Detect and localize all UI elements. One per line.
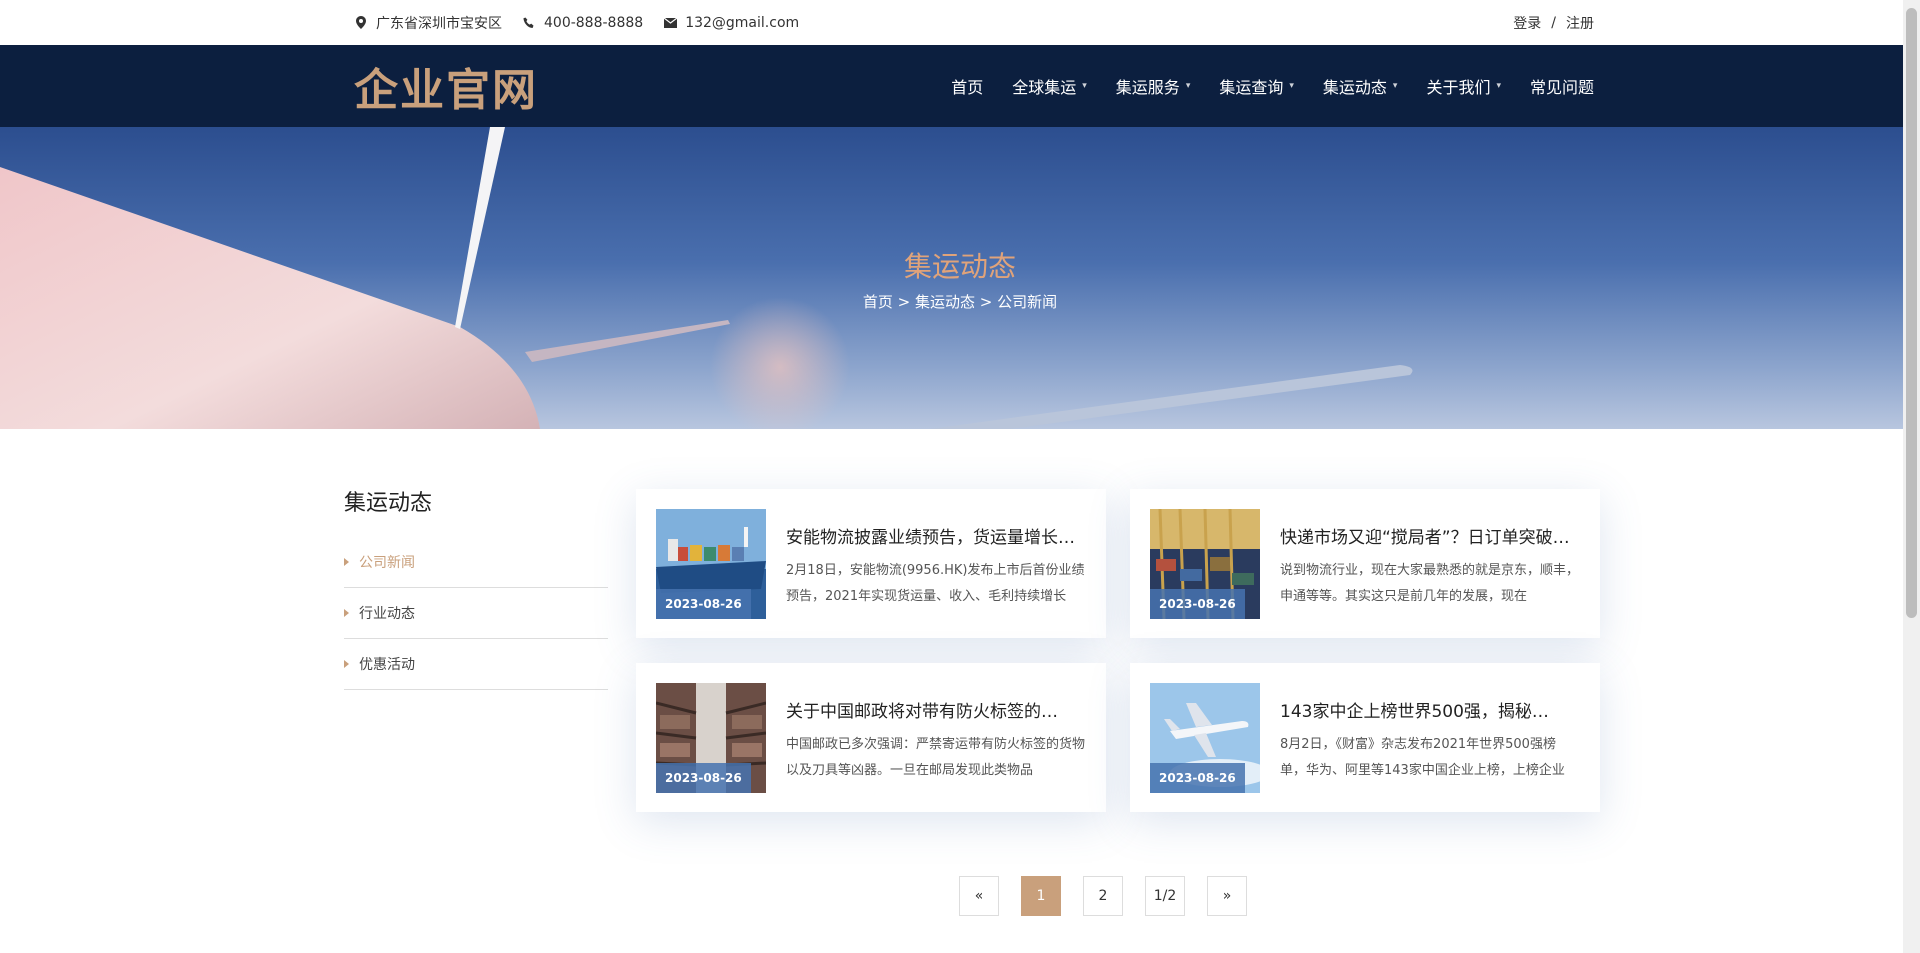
news-description: 8月2日，《财富》杂志发布2021年世界500强榜单，华为、阿里等143家中国企… xyxy=(1280,737,1565,778)
sidebar-item-company-news[interactable]: 公司新闻 xyxy=(344,537,608,588)
nav-item-label: 集运查询 xyxy=(1219,78,1284,97)
news-title[interactable]: 143家中企上榜世界500强，揭秘… xyxy=(1280,697,1580,722)
breadcrumb-section[interactable]: 集运动态 xyxy=(915,293,975,311)
news-area: 2023-08-26 安能物流披露业绩预告，货运量增长… 2月18日，安能物流(… xyxy=(636,489,1600,916)
main-menu: 首页 全球集运 ▾ 集运服务 ▾ 集运查询 ▾ 集运动态 ▾ 关于我们 ▾ 常见… xyxy=(922,74,1600,98)
sidebar-item-label: 公司新闻 xyxy=(359,555,415,571)
sidebar-item-label: 优惠活动 xyxy=(359,657,415,673)
news-card[interactable]: 2023-08-26 143家中企上榜世界500强，揭秘… 8月2日，《财富》杂… xyxy=(1130,663,1600,812)
email-contact: 132@gmail.com xyxy=(663,15,799,31)
breadcrumb: 首页 > 集运动态 > 公司新闻 xyxy=(0,291,1920,312)
news-date-badge: 2023-08-26 xyxy=(1150,589,1245,619)
page-info: 1/2 xyxy=(1145,876,1185,916)
chevron-down-icon: ▾ xyxy=(1185,81,1191,91)
banner-title: 集运动态 xyxy=(903,250,1016,283)
nav-item-global-shipping[interactable]: 全球集运 ▾ xyxy=(1012,74,1087,98)
nav-item-label: 集运服务 xyxy=(1115,78,1180,97)
login-link[interactable]: 登录 xyxy=(1513,13,1541,33)
triangle-right-icon xyxy=(344,660,349,668)
nav-item-label: 全球集运 xyxy=(1012,78,1077,97)
sidebar: 集运动态 公司新闻 行业动态 优惠活动 xyxy=(344,489,608,916)
triangle-right-icon xyxy=(344,609,349,617)
page-button-1[interactable]: 1 xyxy=(1021,876,1061,916)
news-card[interactable]: 2023-08-26 快递市场又迎“搅局者”？日订单突破… 说到物流行业，现在大… xyxy=(1130,489,1600,638)
main-navbar: 企业官网 首页 全球集运 ▾ 集运服务 ▾ 集运查询 ▾ 集运动态 ▾ 关于我们… xyxy=(0,45,1920,127)
chevron-down-icon: ▾ xyxy=(1496,81,1501,91)
contact-info: 广东省深圳市宝安区 400-888-8888 132@gmail.com xyxy=(320,13,819,33)
news-title[interactable]: 关于中国邮政将对带有防火标签的… xyxy=(786,697,1086,722)
nav-item-shipping-service[interactable]: 集运服务 ▾ xyxy=(1116,74,1191,98)
news-card[interactable]: 2023-08-26 关于中国邮政将对带有防火标签的… 中国邮政已多次强调：严禁… xyxy=(636,663,1106,812)
breadcrumb-separator: > xyxy=(897,293,911,311)
news-grid: 2023-08-26 安能物流披露业绩预告，货运量增长… 2月18日，安能物流(… xyxy=(636,489,1600,812)
news-description: 说到物流行业，现在大家最熟悉的就是京东，顺丰，申通等等。其实这只是前几年的发展，… xyxy=(1280,563,1580,604)
page-banner: 集运动态 首页 > 集运动态 > 公司新闻 xyxy=(0,127,1920,429)
news-date-badge: 2023-08-26 xyxy=(1150,763,1245,793)
phone-text: 400-888-8888 xyxy=(544,14,644,31)
news-card-body: 关于中国邮政将对带有防火标签的… 中国邮政已多次强调：严禁寄运带有防火标签的货物… xyxy=(786,683,1086,784)
top-bar: 广东省深圳市宝安区 400-888-8888 132@gmail.com 登录 … xyxy=(0,0,1920,45)
nav-item-label: 首页 xyxy=(951,78,984,97)
nav-item-home[interactable]: 首页 xyxy=(951,74,983,98)
auth-links: 登录 / 注册 xyxy=(1513,13,1600,33)
next-page-button[interactable]: » xyxy=(1207,876,1247,916)
news-description: 2月18日，安能物流(9956.HK)发布上市后首份业绩预告，2021年实现货运… xyxy=(786,563,1085,604)
news-thumbnail: 2023-08-26 xyxy=(1150,683,1260,793)
content-area: 集运动态 公司新闻 行业动态 优惠活动 2023-08-26 安能物流披露业绩预… xyxy=(0,429,1920,916)
sidebar-title: 集运动态 xyxy=(344,491,433,516)
nav-item-label: 常见问题 xyxy=(1529,78,1594,97)
news-card-body: 安能物流披露业绩预告，货运量增长… 2月18日，安能物流(9956.HK)发布上… xyxy=(786,509,1086,610)
envelope-icon xyxy=(663,16,677,30)
chevron-down-icon: ▾ xyxy=(1289,81,1294,91)
map-pin-icon xyxy=(354,16,368,30)
address-contact: 广东省深圳市宝安区 xyxy=(354,13,502,33)
news-card-body: 143家中企上榜世界500强，揭秘… 8月2日，《财富》杂志发布2021年世界5… xyxy=(1280,683,1580,784)
email-text: 132@gmail.com xyxy=(685,14,800,31)
page-scrollbar[interactable] xyxy=(1903,0,1920,953)
prev-page-button[interactable]: « xyxy=(959,876,999,916)
address-text: 广东省深圳市宝安区 xyxy=(376,15,502,32)
register-link[interactable]: 注册 xyxy=(1566,13,1594,33)
nav-item-about-us[interactable]: 关于我们 ▾ xyxy=(1426,74,1501,98)
nav-item-faq[interactable]: 常见问题 xyxy=(1530,74,1594,98)
news-card-body: 快递市场又迎“搅局者”？日订单突破… 说到物流行业，现在大家最熟悉的就是京东，顺… xyxy=(1280,509,1580,610)
breadcrumb-home[interactable]: 首页 xyxy=(863,293,893,311)
news-card[interactable]: 2023-08-26 安能物流披露业绩预告，货运量增长… 2月18日，安能物流(… xyxy=(636,489,1106,638)
sidebar-item-promotions[interactable]: 优惠活动 xyxy=(344,639,608,690)
news-thumbnail: 2023-08-26 xyxy=(656,683,766,793)
news-title[interactable]: 快递市场又迎“搅局者”？日订单突破… xyxy=(1280,523,1580,548)
sidebar-item-label: 行业动态 xyxy=(359,606,415,622)
site-logo[interactable]: 企业官网 xyxy=(320,54,538,118)
nav-item-label: 集运动态 xyxy=(1322,78,1387,97)
news-date-badge: 2023-08-26 xyxy=(656,763,751,793)
sidebar-item-industry-news[interactable]: 行业动态 xyxy=(344,588,608,639)
chevron-down-icon: ▾ xyxy=(1392,81,1398,91)
news-description: 中国邮政已多次强调：严禁寄运带有防火标签的货物以及刀具等凶器。一旦在邮局发现此类… xyxy=(786,737,1086,778)
news-title[interactable]: 安能物流披露业绩预告，货运量增长… xyxy=(786,523,1086,548)
scrollbar-thumb[interactable] xyxy=(1906,8,1917,618)
news-thumbnail: 2023-08-26 xyxy=(656,509,766,619)
breadcrumb-separator: > xyxy=(979,293,993,311)
breadcrumb-current: 公司新闻 xyxy=(997,293,1058,311)
news-date-badge: 2023-08-26 xyxy=(656,589,751,619)
nav-item-shipping-query[interactable]: 集运查询 ▾ xyxy=(1219,74,1294,98)
triangle-right-icon xyxy=(344,558,349,566)
page-button-2[interactable]: 2 xyxy=(1083,876,1123,916)
chevron-down-icon: ▾ xyxy=(1082,81,1087,91)
nav-item-shipping-news[interactable]: 集运动态 ▾ xyxy=(1323,74,1398,98)
phone-contact: 400-888-8888 xyxy=(522,15,643,31)
phone-icon xyxy=(522,16,536,30)
auth-separator: / xyxy=(1551,14,1556,31)
nav-item-label: 关于我们 xyxy=(1426,78,1491,97)
news-thumbnail: 2023-08-26 xyxy=(1150,509,1260,619)
pagination: « 1 2 1/2 » xyxy=(606,876,1600,916)
